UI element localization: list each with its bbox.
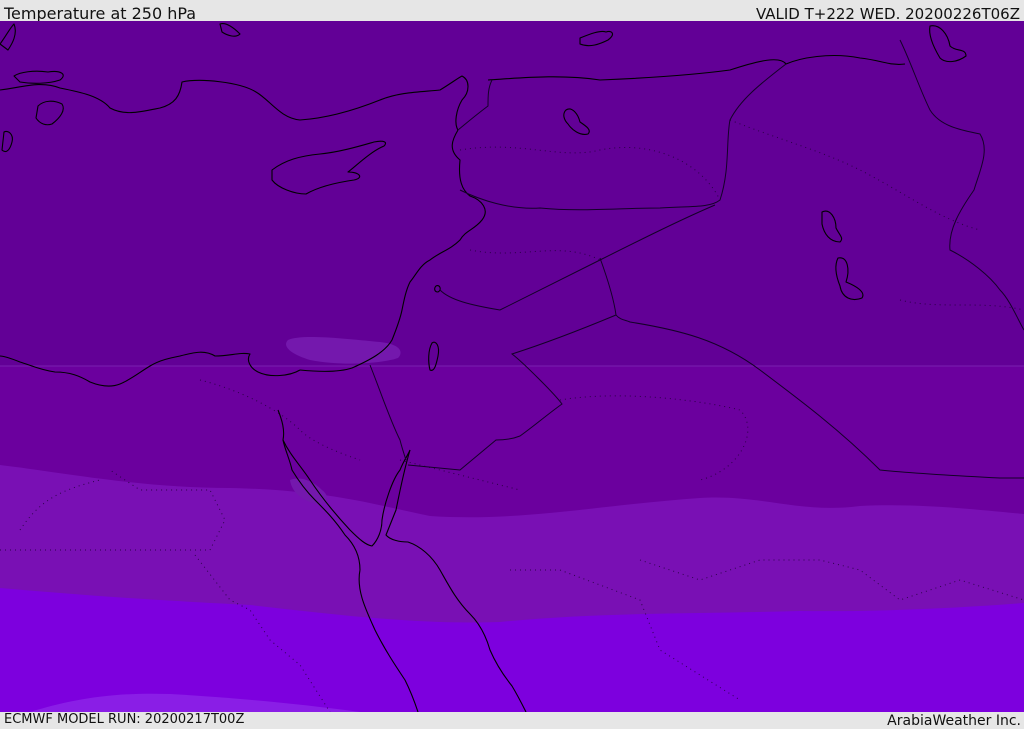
map-header: Temperature at 250 hPa VALID T+222 WED. … [0,0,1024,23]
model-run: ECMWF MODEL RUN: 20200217T00Z [4,712,245,727]
credit-text: ArabiaWeather Inc. [887,713,1021,729]
map-footer: ECMWF MODEL RUN: 20200217T00Z ArabiaWeat… [0,712,1024,729]
temperature-map [0,21,1024,712]
